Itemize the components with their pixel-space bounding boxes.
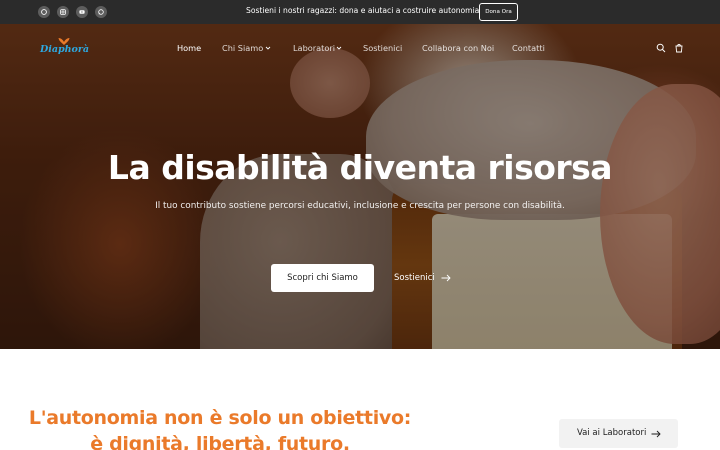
hero-title: La disabilità diventa risorsa [107,148,613,187]
arrow-right-icon [651,430,661,438]
mission-line-2: è dignità, libertà, futuro. [90,433,350,450]
search-icon[interactable] [656,43,666,53]
youtube-icon[interactable] [76,6,88,18]
nav-item-home[interactable]: Home [177,43,201,53]
discover-about-button[interactable]: Scopri chi Siamo [271,264,374,292]
logo-text: Diaphorà [40,44,90,55]
nav-item-contatti[interactable]: Contatti [512,43,545,53]
go-to-labs-label: Vai ai Laboratori [577,428,647,438]
whatsapp-icon[interactable] [95,6,107,18]
support-us-link[interactable]: Sostienici [394,273,435,283]
nav-item-sostienici[interactable]: Sostienici [363,43,402,53]
nav-item-chi-siamo[interactable]: Chi Siamo [222,43,263,53]
hero-subtitle: Il tuo contributo sostiene percorsi educ… [155,201,565,211]
chevron-down-icon[interactable] [336,45,342,51]
chevron-down-icon[interactable] [265,45,271,51]
arrow-right-icon[interactable] [441,274,451,282]
nav-item-collabora[interactable]: Collabora con Noi [422,43,494,53]
top-bar: Sostieni i nostri ragazzi: dona e aiutac… [0,0,720,24]
facebook-icon[interactable] [38,6,50,18]
topbar-message: Sostieni i nostri ragazzi: dona e aiutac… [246,6,480,15]
donate-button[interactable]: Dona Ora [479,3,518,21]
mission-line-1: L'autonomia non è solo un obiettivo: [28,407,412,429]
cart-icon[interactable] [674,43,684,53]
mission-heading: L'autonomia non è solo un obiettivo: è d… [20,405,420,450]
instagram-icon[interactable] [57,6,69,18]
go-to-labs-button[interactable]: Vai ai Laboratori [559,419,678,448]
nav-item-laboratori[interactable]: Laboratori [293,43,335,53]
